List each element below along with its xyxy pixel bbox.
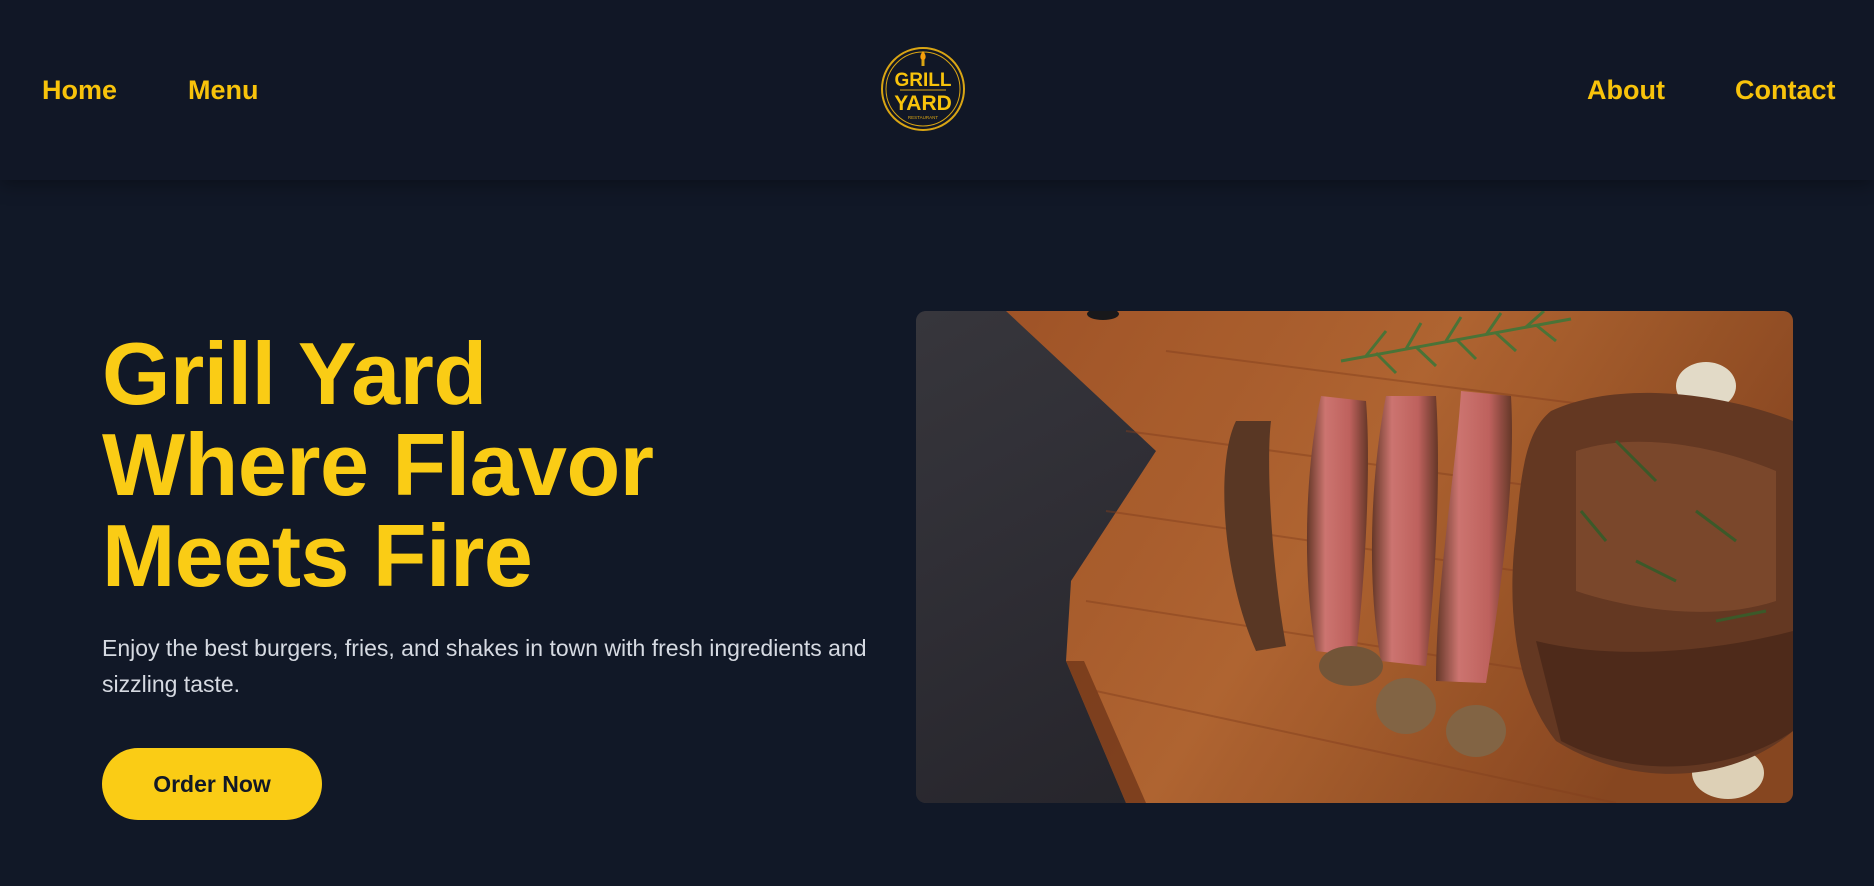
site-header: Home Menu GRILL YARD RESTAURANT About Co… (0, 0, 1874, 180)
hero-title-line-2: Where Flavor (102, 415, 654, 514)
hero-title-line-3: Meets Fire (102, 506, 533, 605)
nav-about-link[interactable]: About (1587, 72, 1665, 108)
hero-title-line-1: Grill Yard (102, 324, 487, 423)
order-now-button[interactable]: Order Now (102, 748, 322, 820)
grill-yard-logo[interactable]: GRILL YARD RESTAURANT (880, 46, 966, 132)
logo-text-restaurant: RESTAURANT (908, 115, 938, 120)
hero-title: Grill Yard Where Flavor Meets Fire (102, 324, 654, 605)
steak-board-illustration (916, 311, 1793, 803)
hero-subtitle: Enjoy the best burgers, fries, and shake… (102, 635, 867, 697)
nav-home-link[interactable]: Home (42, 72, 117, 108)
logo-text-grill: GRILL (895, 70, 952, 91)
logo-emblem: GRILL YARD RESTAURANT (881, 47, 965, 131)
nav-menu-link[interactable]: Menu (188, 72, 259, 108)
nav-contact-link[interactable]: Contact (1735, 72, 1836, 108)
logo-text-yard: YARD (894, 92, 952, 115)
hero-steak-image (916, 311, 1793, 803)
